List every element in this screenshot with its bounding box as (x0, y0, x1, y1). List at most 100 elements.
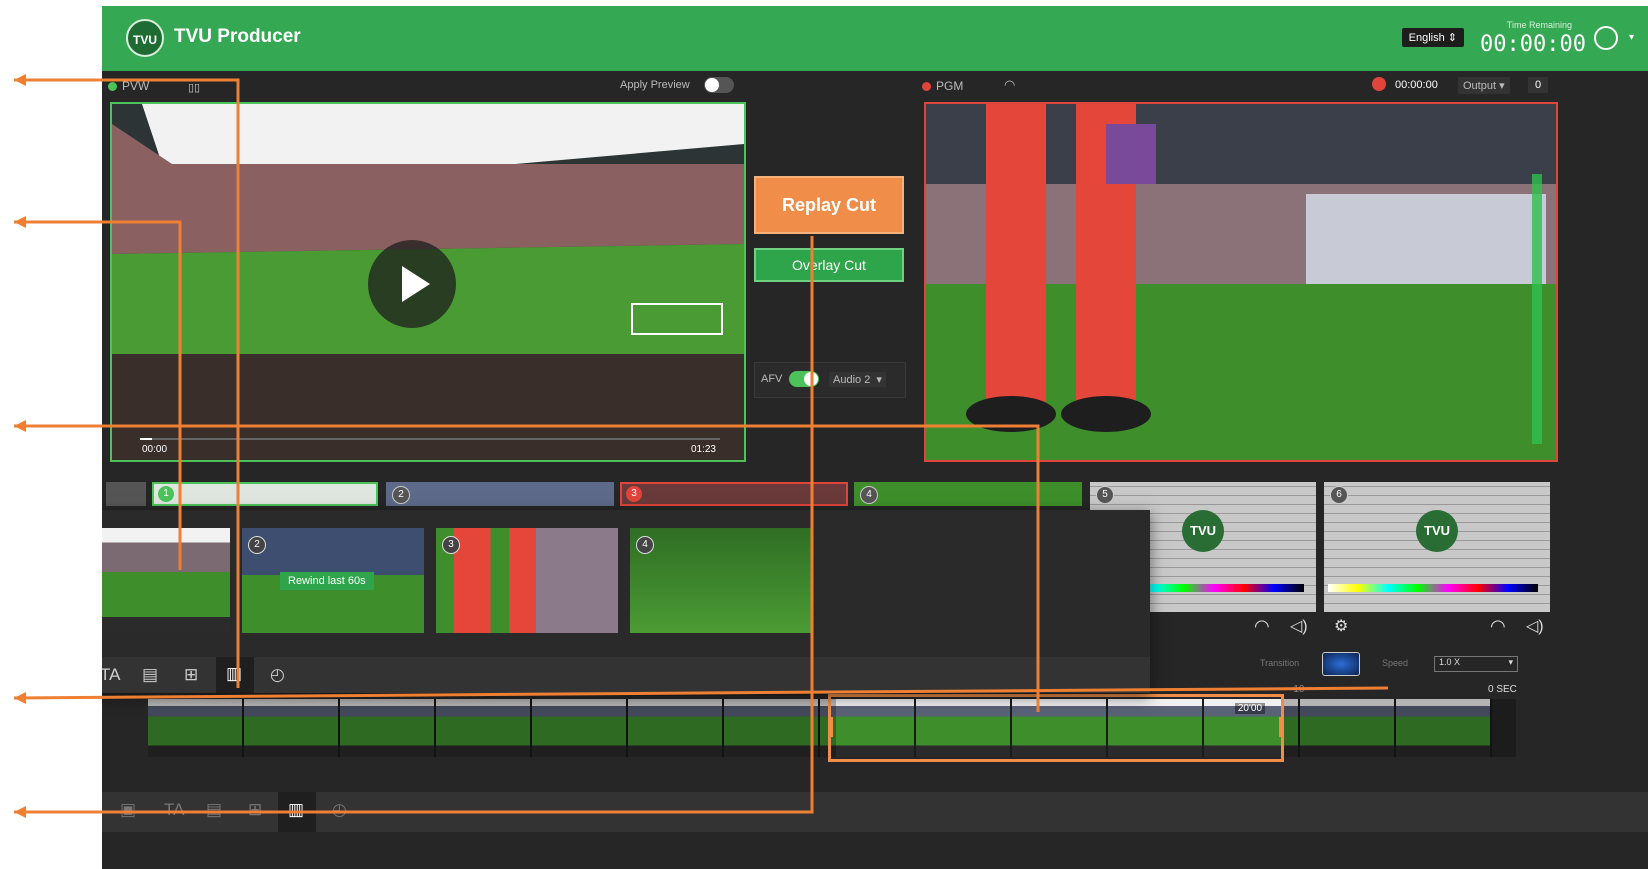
pgm-tag: PGM (922, 79, 963, 93)
language-select[interactable]: English ⇕ (1401, 28, 1464, 47)
timeline-dim-left (148, 699, 836, 757)
source-thumb-2[interactable] (386, 482, 614, 506)
replay-tab[interactable]: ▥ (278, 792, 316, 832)
language-value: English (1408, 32, 1445, 44)
arrowhead-icon (14, 806, 26, 818)
speaker-icon[interactable]: ◁) (1526, 616, 1544, 636)
panel-number-3: 3 (442, 536, 460, 554)
bottom-toolbar: ▣ TA ▤ ⊞ ▥ ◴ (102, 792, 1648, 832)
time-remaining-label: Time Remaining (1506, 20, 1572, 30)
selection-handle-right[interactable] (1279, 717, 1283, 737)
record-button[interactable] (1372, 76, 1391, 91)
panel-thumb-3[interactable] (436, 528, 618, 633)
arrowhead-icon (14, 420, 26, 432)
transition-label: Transition (1260, 658, 1300, 668)
source-thumb-4[interactable] (854, 482, 1082, 506)
text-icon[interactable]: TA (102, 665, 120, 685)
gear-icon[interactable]: ⚙ (1334, 616, 1348, 636)
panel-thumb-2[interactable]: Rewind last 60s (242, 528, 424, 633)
clock-icon[interactable]: ◴ (270, 665, 285, 685)
selection-handle-left[interactable] (829, 717, 833, 737)
panel-toolbar: ▣ TA ▤ ⊞ ▥ ◴ (102, 657, 1150, 693)
apply-preview-toggle[interactable] (704, 77, 734, 93)
arrowhead-icon (14, 74, 26, 86)
film-icon: ▥ (226, 664, 243, 683)
arrowhead-icon (14, 216, 26, 228)
overlay-cut-button[interactable]: Overlay Cut (754, 248, 904, 282)
film-icon: ▥ (288, 800, 305, 819)
headphones-icon[interactable]: ◠ (1490, 616, 1506, 637)
audio-select-value: Audio 2 (833, 374, 871, 386)
record-icon (1372, 76, 1386, 91)
toggle-knob (804, 372, 818, 386)
timeline-tick: 0 SEC (1488, 684, 1517, 695)
text-icon[interactable]: TA (164, 800, 184, 820)
replay-source-panel: 1 Rewind last 60s 2 3 4 ▣ TA ▤ ⊞ ▥ ◴ (102, 510, 1150, 693)
layers-icon[interactable]: ▤ (142, 665, 158, 685)
rewind-label: Rewind last 60s (280, 572, 374, 590)
source-thumb-6[interactable]: TVU (1324, 482, 1550, 612)
toggle-knob (705, 78, 719, 92)
apply-preview-label: Apply Preview (620, 79, 690, 91)
speed-label: Speed (1382, 658, 1409, 668)
preview-time-end: 01:23 (690, 444, 716, 455)
selection-time: 20'00 (1234, 703, 1265, 714)
preview-monitor[interactable]: 00:00 01:23 (110, 102, 746, 462)
pip-icon[interactable]: ⊞ (184, 665, 198, 685)
output-label: Output (1463, 80, 1497, 92)
arrowhead-icon (14, 692, 26, 704)
preview-video-frame (112, 104, 744, 460)
timeline-tick: -10 (1290, 684, 1305, 695)
panel-thumb-1[interactable] (102, 528, 230, 633)
time-remaining-value: 00:00:00 (1480, 32, 1586, 57)
panel-replay-tab[interactable]: ▥ (216, 657, 254, 693)
user-menu-caret-icon[interactable]: ▾ (1629, 32, 1634, 43)
timeline-dim-right (1284, 699, 1516, 757)
source-empty-slot[interactable] (106, 482, 146, 506)
replay-cut-button[interactable]: Replay Cut (754, 176, 904, 234)
program-video-frame (926, 104, 1556, 460)
tvu-test-logo: TVU (1182, 510, 1224, 552)
source-number-5: 5 (1096, 486, 1114, 504)
top-header: TVU TVU Producer English ⇕ Time Remainin… (102, 6, 1648, 71)
source-number-2: 2 (392, 486, 410, 504)
pvw-dot-icon (108, 82, 117, 92)
pvw-tag: PVW (108, 79, 149, 93)
tvu-test-logo: TVU (1416, 510, 1458, 552)
speed-value: 1.0 X (1439, 657, 1461, 667)
tvu-logo: TVU (126, 19, 164, 57)
preview-scrubber-fill (140, 438, 152, 440)
clock-icon[interactable]: ◴ (332, 800, 347, 820)
timeline-selection[interactable]: 20'00 (828, 694, 1284, 762)
user-icon[interactable] (1594, 26, 1618, 50)
panel-thumb-4[interactable] (630, 528, 812, 633)
source-thumb-3[interactable] (620, 482, 848, 506)
afv-toggle[interactable] (789, 371, 819, 387)
layers-icon[interactable]: ▤ (206, 800, 222, 820)
headphones-icon[interactable]: ◠ (1254, 616, 1270, 637)
app-title: TVU Producer (174, 26, 301, 47)
source-thumb-1[interactable] (152, 482, 378, 506)
source-number-1: 1 (158, 486, 174, 502)
output-select[interactable]: Output ▾ (1458, 77, 1510, 94)
preview-scrubber[interactable] (140, 438, 720, 440)
tvu-producer-app: TVU TVU Producer English ⇕ Time Remainin… (102, 6, 1648, 869)
panel-number-4: 4 (636, 536, 654, 554)
afv-label: AFV (761, 373, 783, 385)
program-monitor (924, 102, 1558, 462)
speed-select[interactable]: 1.0 X ▾ (1434, 656, 1518, 672)
panel-number-2: 2 (248, 536, 266, 554)
preview-time-start: 00:00 (142, 444, 168, 455)
source-number-6: 6 (1330, 486, 1348, 504)
headphones-icon[interactable]: ◠ (1004, 77, 1015, 93)
image-icon[interactable]: ▣ (120, 800, 136, 820)
audio-select[interactable]: Audio 2 ▾ (829, 372, 886, 387)
pip-icon[interactable]: ⊞ (248, 800, 262, 820)
speed-select-caret-icon: ▾ (1508, 657, 1513, 667)
split-view-icon[interactable]: ▯▯ (188, 81, 200, 94)
audio-control: AFV Audio 2 ▾ (754, 362, 906, 398)
record-time: 00:00:00 (1395, 79, 1438, 91)
speaker-icon[interactable]: ◁) (1290, 616, 1308, 636)
transition-style-button[interactable] (1322, 652, 1360, 676)
pvw-label: PVW (122, 79, 150, 93)
